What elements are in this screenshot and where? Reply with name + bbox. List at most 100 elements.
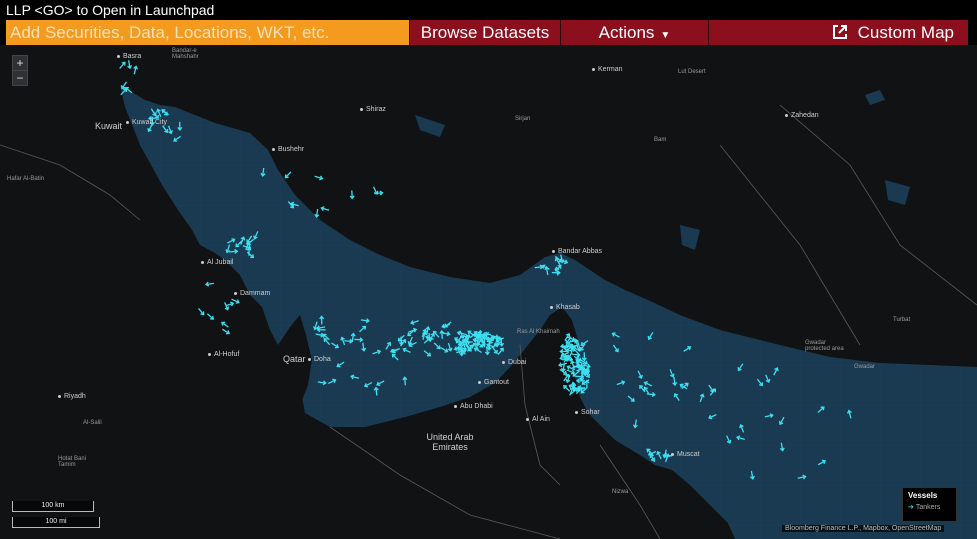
- tanker-marker[interactable]: [336, 360, 345, 368]
- tanker-marker[interactable]: [764, 374, 771, 384]
- tanker-marker[interactable]: [284, 170, 292, 179]
- browse-datasets-button[interactable]: Browse Datasets: [409, 20, 560, 45]
- tanker-marker[interactable]: [227, 238, 236, 245]
- map-canvas[interactable]: Basra Bandar-e Mahshahr Kuwait Kuwait Ci…: [0, 45, 977, 539]
- tanker-marker[interactable]: [316, 327, 326, 333]
- tanker-marker[interactable]: [315, 332, 325, 338]
- tanker-marker[interactable]: [779, 442, 785, 452]
- tanker-marker[interactable]: [534, 264, 544, 270]
- tanker-marker[interactable]: [643, 381, 653, 388]
- tanker-marker[interactable]: [611, 332, 621, 339]
- tanker-marker[interactable]: [391, 353, 400, 361]
- tanker-marker[interactable]: [221, 321, 230, 329]
- tanker-marker[interactable]: [239, 236, 246, 245]
- tanker-marker[interactable]: [197, 307, 205, 316]
- tanker-marker[interactable]: [708, 413, 717, 420]
- tanker-marker[interactable]: [558, 361, 568, 368]
- tanker-marker[interactable]: [206, 312, 215, 320]
- tanker-marker[interactable]: [584, 379, 590, 389]
- tanker-marker[interactable]: [772, 367, 779, 376]
- tanker-marker[interactable]: [350, 374, 360, 380]
- tanker-marker[interactable]: [160, 108, 168, 116]
- tanker-marker[interactable]: [440, 346, 449, 353]
- tanker-marker[interactable]: [473, 347, 483, 355]
- tanker-marker[interactable]: [408, 327, 418, 334]
- tanker-marker[interactable]: [373, 386, 379, 396]
- tanker-marker[interactable]: [221, 327, 230, 335]
- tanker-marker[interactable]: [647, 331, 655, 340]
- tanker-marker[interactable]: [361, 342, 367, 352]
- tanker-marker[interactable]: [320, 206, 330, 212]
- tanker-marker[interactable]: [150, 108, 158, 117]
- tanker-marker[interactable]: [287, 200, 295, 209]
- tanker-marker[interactable]: [817, 459, 826, 466]
- custom-map-button[interactable]: Custom Map: [708, 20, 968, 45]
- tanker-marker[interactable]: [314, 208, 320, 218]
- tanker-marker[interactable]: [736, 435, 746, 441]
- tanker-marker[interactable]: [330, 341, 339, 349]
- tanker-marker[interactable]: [433, 341, 441, 350]
- tanker-marker[interactable]: [627, 394, 636, 402]
- zoom-in-button[interactable]: +: [12, 55, 28, 71]
- tanker-marker[interactable]: [358, 325, 367, 333]
- tanker-marker[interactable]: [402, 347, 411, 354]
- tanker-marker[interactable]: [725, 435, 732, 444]
- tanker-marker[interactable]: [132, 65, 139, 75]
- tanker-marker[interactable]: [410, 319, 419, 325]
- tanker-marker[interactable]: [376, 379, 385, 387]
- tanker-marker[interactable]: [797, 474, 807, 481]
- tanker-marker[interactable]: [764, 413, 774, 419]
- tanker-marker[interactable]: [260, 167, 266, 177]
- tanker-marker[interactable]: [319, 315, 325, 325]
- tanker-marker[interactable]: [173, 135, 182, 143]
- tanker-marker[interactable]: [354, 337, 364, 343]
- tanker-marker[interactable]: [612, 344, 620, 353]
- tanker-marker[interactable]: [756, 378, 764, 387]
- tanker-marker[interactable]: [698, 393, 705, 403]
- tanker-marker[interactable]: [847, 409, 853, 419]
- tanker-marker[interactable]: [344, 338, 354, 344]
- tanker-marker[interactable]: [229, 248, 239, 254]
- tanker-marker[interactable]: [737, 363, 745, 372]
- tanker-marker[interactable]: [124, 86, 133, 94]
- tanker-marker[interactable]: [372, 349, 382, 355]
- tanker-marker[interactable]: [817, 406, 826, 414]
- actions-button[interactable]: Actions ▼: [560, 20, 708, 45]
- tanker-marker[interactable]: [544, 266, 550, 276]
- tanker-marker[interactable]: [402, 376, 408, 386]
- tanker-marker[interactable]: [439, 329, 445, 339]
- tanker-marker[interactable]: [205, 281, 215, 287]
- search-input[interactable]: [6, 20, 409, 45]
- tanker-marker[interactable]: [327, 378, 337, 385]
- tanker-marker[interactable]: [322, 333, 331, 341]
- tanker-marker[interactable]: [563, 332, 571, 342]
- tanker-marker[interactable]: [118, 61, 126, 70]
- tanker-marker[interactable]: [739, 423, 746, 433]
- tanker-marker[interactable]: [668, 369, 675, 378]
- tanker-marker[interactable]: [360, 318, 370, 324]
- tanker-marker[interactable]: [384, 341, 392, 351]
- tanker-marker[interactable]: [443, 320, 453, 328]
- tanker-marker[interactable]: [423, 349, 432, 357]
- tanker-marker[interactable]: [673, 393, 681, 402]
- tanker-marker[interactable]: [672, 377, 678, 387]
- tanker-marker[interactable]: [616, 380, 626, 386]
- zoom-out-button[interactable]: −: [12, 70, 28, 86]
- tanker-marker[interactable]: [317, 380, 327, 386]
- tanker-marker[interactable]: [323, 337, 331, 346]
- tanker-marker[interactable]: [636, 370, 643, 379]
- tanker-marker[interactable]: [314, 174, 324, 181]
- tanker-marker[interactable]: [246, 251, 255, 259]
- tanker-marker[interactable]: [707, 384, 715, 393]
- tanker-marker[interactable]: [749, 470, 755, 480]
- tanker-marker[interactable]: [349, 190, 355, 200]
- tanker-marker[interactable]: [253, 231, 260, 240]
- tanker-marker[interactable]: [632, 419, 638, 429]
- tanker-marker[interactable]: [778, 416, 785, 426]
- tanker-marker[interactable]: [683, 345, 692, 353]
- tanker-marker[interactable]: [177, 121, 183, 131]
- tanker-marker[interactable]: [656, 450, 663, 460]
- tanker-marker[interactable]: [127, 60, 133, 70]
- tanker-marker[interactable]: [581, 352, 587, 362]
- tanker-marker[interactable]: [363, 381, 373, 388]
